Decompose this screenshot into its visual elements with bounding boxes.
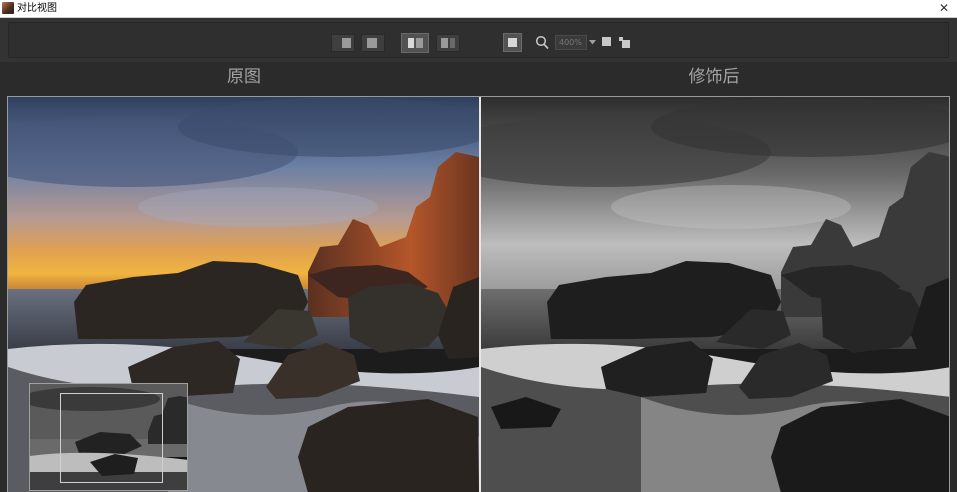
title-bar: 对比视图 ✕ [0, 0, 957, 18]
side-by-side-right-icon [416, 38, 423, 48]
view-single-button[interactable] [331, 34, 355, 52]
close-button[interactable]: ✕ [937, 0, 951, 17]
image-viewer[interactable] [7, 96, 950, 492]
split-view-icon [367, 38, 377, 48]
fill-screen-icon-body [622, 40, 630, 48]
toolbar [0, 18, 957, 62]
view-swap-button[interactable] [436, 34, 460, 52]
side-by-side-left-icon [408, 38, 414, 48]
compare-screen-icon[interactable] [602, 37, 611, 46]
toolbar-strip [8, 22, 949, 58]
app-icon [2, 2, 14, 14]
navigator-viewport[interactable] [60, 393, 163, 483]
original-image[interactable] [8, 97, 479, 492]
view-side-by-side-button[interactable] [401, 33, 429, 53]
original-label: 原图 [227, 67, 261, 87]
zoom-dropdown-chevron-icon[interactable] [589, 40, 596, 45]
zoom-level-field[interactable]: 400% [555, 35, 587, 50]
retouched-image[interactable] [481, 97, 949, 492]
fit-screen-button[interactable] [503, 33, 522, 52]
navigator-thumbnail[interactable] [29, 383, 188, 491]
retouched-label: 修饰后 [688, 67, 740, 87]
fit-screen-icon [508, 38, 517, 47]
window-title: 对比视图 [17, 3, 57, 14]
zoom-icon[interactable] [535, 35, 549, 50]
swap-view-icon [441, 38, 448, 48]
single-view-icon [342, 38, 351, 48]
swap-view-icon-right [450, 38, 455, 48]
view-split-button[interactable] [361, 34, 385, 52]
